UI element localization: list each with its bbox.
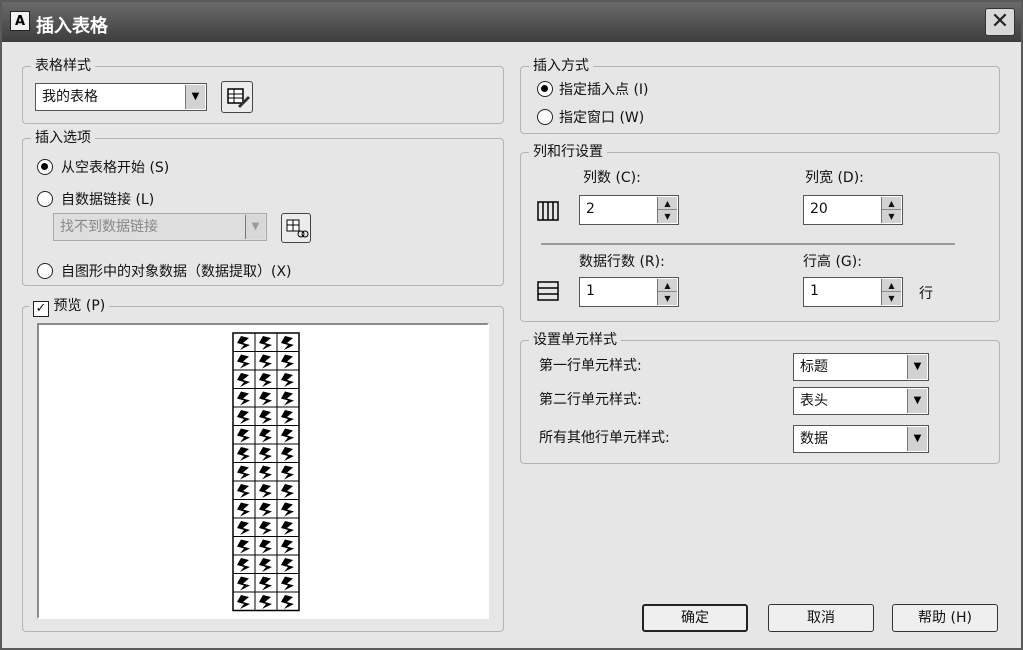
table-style-value: 我的表格 xyxy=(42,89,98,105)
row-height-stepper[interactable]: 1 ▲ ▼ xyxy=(803,277,903,307)
second-row-style-label: 第二行单元样式: xyxy=(539,392,642,408)
radio-data-link-label: 自数据链接 (L) xyxy=(61,192,155,208)
radio-extract[interactable] xyxy=(37,263,53,279)
radio-data-link[interactable] xyxy=(37,191,53,207)
divider xyxy=(541,243,955,245)
chevron-down-icon[interactable]: ▼ xyxy=(882,292,901,305)
preview-label: 预览 (P) xyxy=(53,298,106,314)
preview-checkbox[interactable]: ✓ xyxy=(33,301,49,317)
chevron-down-icon: ▼ xyxy=(245,215,265,239)
chevron-down-icon: ▼ xyxy=(185,85,205,109)
radio-empty-table-label: 从空表格开始 (S) xyxy=(61,160,170,176)
data-rows-value: 1 xyxy=(586,283,595,299)
column-row-settings-group: 列和行设置 列数 (C): 2 ▲ ▼ 列宽 (D): 20 ▲ ▼ 数据行数 (R… xyxy=(520,142,1000,322)
autocad-icon: A xyxy=(10,11,30,31)
data-link-manager-icon xyxy=(286,219,309,238)
radio-empty-table[interactable] xyxy=(37,159,53,175)
other-rows-style-value: 数据 xyxy=(800,431,828,447)
data-link-select[interactable]: 找不到数据链接 ▼ xyxy=(53,213,267,241)
table-style-legend: 表格样式 xyxy=(31,56,95,76)
data-link-manager-button[interactable] xyxy=(281,213,311,243)
second-row-style-select[interactable]: 表头 ▼ xyxy=(793,387,929,415)
chevron-down-icon[interactable]: ▼ xyxy=(658,292,677,305)
table-style-group: 表格样式 我的表格 ▼ xyxy=(22,56,504,124)
table-style-select[interactable]: 我的表格 ▼ xyxy=(35,83,207,111)
chevron-up-icon[interactable]: ▲ xyxy=(658,279,677,292)
row-unit-label: 行 xyxy=(919,286,933,302)
radio-insertion-point[interactable] xyxy=(537,81,553,97)
other-rows-style-select[interactable]: 数据 ▼ xyxy=(793,425,929,453)
table-style-edit-icon xyxy=(227,88,250,108)
cell-styles-group: 设置单元样式 第一行单元样式: 标题 ▼ 第二行单元样式: 表头 ▼ 所有其他行… xyxy=(520,330,1000,464)
radio-insertion-point-label: 指定插入点 (I) xyxy=(559,82,649,98)
columns-icon xyxy=(537,201,559,221)
chevron-up-icon[interactable]: ▲ xyxy=(658,197,677,210)
window-title: 插入表格 xyxy=(36,16,108,37)
chevron-down-icon: ▼ xyxy=(907,427,927,451)
radio-window-label: 指定窗口 (W) xyxy=(559,110,645,126)
cancel-button[interactable]: 取消 xyxy=(768,604,874,632)
columns-stepper[interactable]: 2 ▲ ▼ xyxy=(579,195,679,225)
other-rows-style-label: 所有其他行单元样式: xyxy=(539,430,670,446)
first-row-style-label: 第一行单元样式: xyxy=(539,358,642,374)
help-button[interactable]: 帮助 (H) xyxy=(892,604,998,632)
close-icon: ✕ xyxy=(990,9,1010,34)
insertion-legend: 插入方式 xyxy=(529,56,593,76)
chevron-down-icon[interactable]: ▼ xyxy=(882,210,901,223)
radio-window[interactable] xyxy=(537,109,553,125)
second-row-style-value: 表头 xyxy=(800,393,828,409)
ok-button[interactable]: 确定 xyxy=(642,604,748,632)
radio-extract-label: 自图形中的对象数据（数据提取）(X) xyxy=(61,264,292,280)
preview-group: ✓ 预览 (P) xyxy=(22,296,504,632)
chevron-up-icon[interactable]: ▲ xyxy=(882,197,901,210)
table-style-edit-button[interactable] xyxy=(221,81,253,113)
column-width-label: 列宽 (D): xyxy=(805,170,864,186)
data-link-value: 找不到数据链接 xyxy=(60,219,158,235)
first-row-style-select[interactable]: 标题 ▼ xyxy=(793,353,929,381)
column-width-stepper[interactable]: 20 ▲ ▼ xyxy=(803,195,903,225)
first-row-style-value: 标题 xyxy=(800,359,828,375)
close-button[interactable]: ✕ xyxy=(985,8,1015,36)
data-rows-label: 数据行数 (R): xyxy=(579,254,665,270)
title-bar[interactable]: A 插入表格 ✕ xyxy=(2,2,1021,42)
row-height-value: 1 xyxy=(810,283,819,299)
chevron-up-icon[interactable]: ▲ xyxy=(882,279,901,292)
table-preview-image xyxy=(232,332,300,612)
preview-legend: ✓ 预览 (P) xyxy=(29,296,110,317)
rows-icon xyxy=(537,281,559,301)
data-rows-stepper[interactable]: 1 ▲ ▼ xyxy=(579,277,679,307)
preview-area xyxy=(37,323,489,619)
chevron-down-icon[interactable]: ▼ xyxy=(658,210,677,223)
insertion-behavior-group: 插入方式 指定插入点 (I) 指定窗口 (W) xyxy=(520,56,1000,134)
cell-styles-legend: 设置单元样式 xyxy=(529,330,621,350)
chevron-down-icon: ▼ xyxy=(907,389,927,413)
columns-value: 2 xyxy=(586,201,595,217)
insert-options-group: 插入选项 从空表格开始 (S) 自数据链接 (L) 找不到数据链接 ▼ 自图形中… xyxy=(22,128,504,286)
insert-options-legend: 插入选项 xyxy=(31,128,95,148)
column-width-value: 20 xyxy=(810,201,828,217)
chevron-down-icon: ▼ xyxy=(907,355,927,379)
insert-table-dialog: A 插入表格 ✕ 表格样式 我的表格 ▼ 插入选项 从空表格开始 (S) 自数据… xyxy=(0,0,1023,650)
column-row-legend: 列和行设置 xyxy=(529,142,607,162)
columns-label: 列数 (C): xyxy=(583,170,641,186)
row-height-label: 行高 (G): xyxy=(803,254,862,270)
